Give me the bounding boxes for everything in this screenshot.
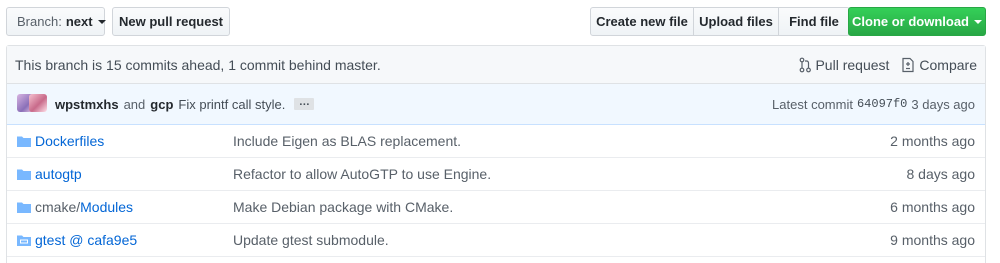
file-age: 8 days ago <box>906 166 976 182</box>
pull-request-label: Pull request <box>815 56 890 73</box>
branch-label: Branch: <box>17 14 62 29</box>
file-name-link[interactable]: gtest @ cafa9e5 <box>35 232 137 248</box>
compare-link[interactable]: Compare <box>901 57 977 73</box>
folder-icon <box>17 136 31 147</box>
file-diff-icon <box>902 57 915 72</box>
commit-sha-link[interactable]: 64097f0 <box>857 97 907 111</box>
latest-commit-bar: wpstmxhs and gcp Fix printf call style. … <box>7 84 985 125</box>
file-commit-message-link[interactable]: Include Eigen as BLAS replacement. <box>233 133 890 149</box>
author-avatars[interactable] <box>17 94 49 114</box>
avatar[interactable] <box>29 94 47 112</box>
folder-icon <box>17 169 31 180</box>
upload-files-button[interactable]: Upload files <box>694 7 779 36</box>
dropdown-caret-icon <box>974 19 982 24</box>
branch-select-button[interactable]: Branch: next <box>6 7 106 36</box>
latest-commit-label: Latest commit <box>772 96 853 112</box>
file-name-link[interactable]: Dockerfiles <box>35 133 104 149</box>
file-age: 2 months ago <box>890 133 975 149</box>
file-age: 9 months ago <box>890 232 975 248</box>
submodule-icon <box>17 235 31 246</box>
folder-icon <box>17 202 31 213</box>
file-commit-message-link[interactable]: Refactor to allow AutoGTP to use Engine. <box>233 166 907 182</box>
file-navigation-toolbar: Branch: next New pull request Create new… <box>6 7 986 36</box>
dropdown-caret-icon <box>97 19 106 24</box>
branch-status-message: This branch is 15 commits ahead, 1 commi… <box>15 56 381 73</box>
commit-coauthor-link[interactable]: gcp <box>150 97 173 112</box>
expand-commit-ellipsis-button[interactable]: … <box>294 97 315 110</box>
file-actions-group: Create new file Upload files Find file <box>590 7 850 36</box>
file-name-link[interactable]: autogtp <box>35 166 82 182</box>
new-pull-request-button[interactable]: New pull request <box>112 7 230 36</box>
compare-label: Compare <box>919 56 977 73</box>
file-name-link[interactable]: Modules <box>80 199 133 215</box>
clone-label: Clone or download <box>852 14 969 29</box>
file-path-prefix: cmake/ <box>35 199 81 215</box>
git-pull-request-icon <box>800 57 812 72</box>
find-file-button[interactable]: Find file <box>779 7 850 36</box>
file-age: 6 months ago <box>890 199 975 215</box>
commit-author-link[interactable]: wpstmxhs <box>55 97 119 112</box>
clone-or-download-button[interactable]: Clone or download <box>848 7 986 36</box>
pull-request-link[interactable]: Pull request <box>799 57 889 73</box>
branch-status-bar: This branch is 15 commits ahead, 1 commi… <box>7 46 985 84</box>
commit-message-link[interactable]: Fix printf call style. <box>178 97 285 112</box>
file-commit-message-link[interactable]: Update gtest submodule. <box>233 232 890 248</box>
file-row: autogtp Refactor to allow AutoGTP to use… <box>7 158 985 191</box>
file-commit-message-link[interactable]: Make Debian package with CMake. <box>233 199 890 215</box>
create-new-file-button[interactable]: Create new file <box>590 7 694 36</box>
commit-and-text: and <box>123 96 146 112</box>
file-row: gtest @ cafa9e5 Update gtest submodule. … <box>7 224 985 257</box>
repository-file-panel: This branch is 15 commits ahead, 1 commi… <box>6 45 986 263</box>
file-row: cmake/ Modules Make Debian package with … <box>7 191 985 224</box>
file-row: Dockerfiles Include Eigen as BLAS replac… <box>7 125 985 158</box>
commit-age: 3 days ago <box>911 96 975 112</box>
branch-value: next <box>65 14 93 29</box>
